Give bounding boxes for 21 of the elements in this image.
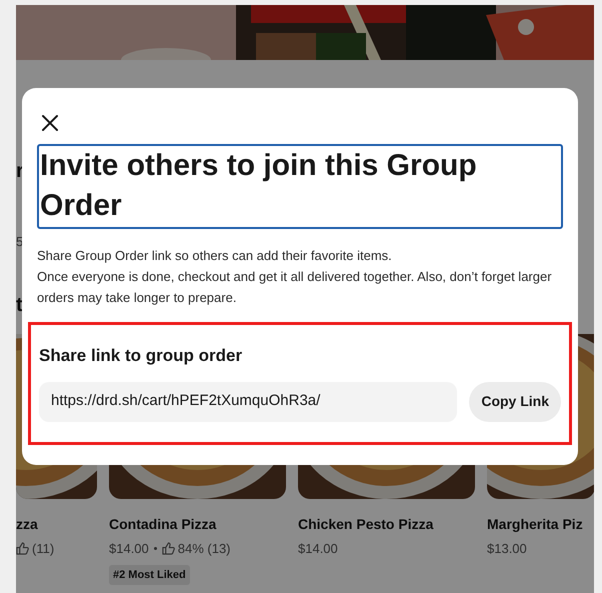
item-badge: #2 Most Liked [109,564,190,585]
item-name: Chicken Pesto Pizza [298,514,434,534]
item-price: $14.00 [298,540,338,558]
item-price: $14.00 [109,540,149,558]
item-rating: 84% (13) [178,540,231,558]
description-text: Once everyone is done, checkout and get it all delivered together. Also, don’t forget larger orders may take longer to prepare. [37,268,553,307]
section-heading: Share link to group order [39,345,244,367]
close-icon[interactable] [41,114,59,132]
dot-separator [154,547,157,550]
thumbs-up-icon [162,542,175,555]
item-name: Contadina Pizza [109,514,218,534]
thumbs-up-icon [16,542,29,555]
item-name: Margherita Piz [487,514,584,534]
item-price: $13.00 [487,540,527,558]
link-field[interactable]: https://drd.sh/cart/hPEF2tXumquOhR3a/ [39,382,458,422]
dialog-title: Invite others to join this Group Order [37,144,563,229]
item-name: zza [16,514,39,534]
description-text: Share Group Order link so others can add their favorite items. [37,247,393,265]
copy-link-button[interactable]: Copy Link [469,382,561,422]
item-rating: (11) [32,540,54,558]
page-text: t [16,292,23,318]
